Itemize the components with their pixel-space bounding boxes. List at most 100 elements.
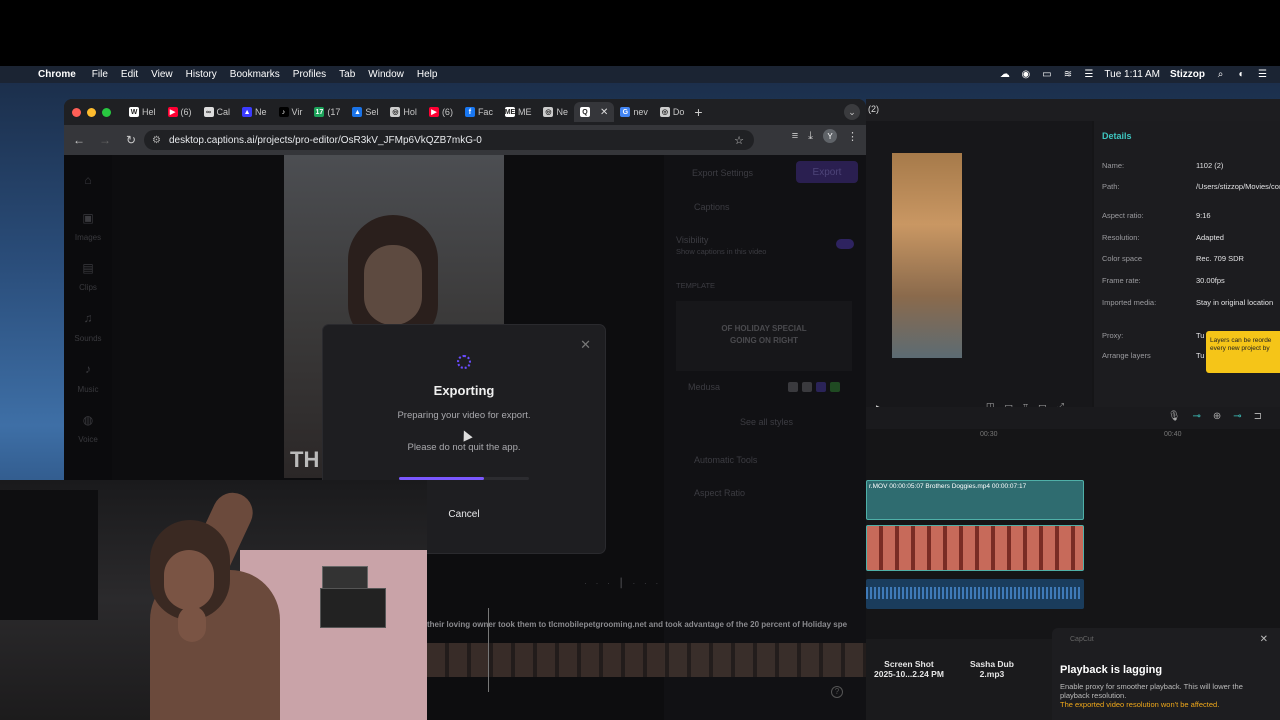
browser-tab[interactable]: ▲ Ne (236, 102, 273, 122)
modal-subtitle: Preparing your video for export. (397, 410, 531, 421)
music-icon[interactable]: ♪ (64, 362, 112, 376)
clips-icon[interactable]: ▤ (64, 261, 112, 275)
zoom-icon[interactable]: ⊐ (1254, 411, 1262, 422)
menu-profiles[interactable]: Profiles (293, 69, 326, 80)
images-icon[interactable]: ▣ (64, 211, 112, 225)
audio-clip[interactable] (866, 579, 1084, 609)
microphone-icon[interactable]: 🎙 (1168, 411, 1181, 422)
profile-avatar[interactable]: Y (823, 129, 837, 143)
help-icon[interactable]: ? (831, 686, 843, 698)
browser-tab[interactable]: ◎ Hol (384, 102, 423, 122)
menu-file[interactable]: File (92, 69, 108, 80)
media-control-icon[interactable]: ≡ (792, 130, 798, 142)
tab-close-icon[interactable]: ✕ (600, 107, 608, 118)
site-info-icon[interactable]: ⚙ (152, 135, 161, 146)
siri-icon[interactable]: ◐ (1236, 69, 1247, 80)
new-tab-button[interactable]: + (694, 104, 702, 120)
style-swatch[interactable] (830, 382, 840, 392)
close-window-button[interactable] (72, 107, 81, 117)
letterbox (0, 0, 1280, 66)
tab-favicon-icon: ∞ (203, 107, 214, 117)
tab-favicon-icon: Q (579, 107, 590, 117)
maximize-window-button[interactable] (102, 107, 111, 117)
record-icon[interactable]: ◉ (1020, 69, 1031, 80)
link-icon[interactable]: ⊸ (1192, 411, 1200, 422)
menu-app-name[interactable]: Chrome (38, 69, 76, 80)
media-item[interactable]: Sasha Dub 2.mp3 (970, 659, 1014, 679)
tab-favicon-icon: 17 (314, 107, 325, 117)
caption-track[interactable]: their loving owner took them to tlcmobil… (427, 616, 866, 634)
more-menu-icon[interactable]: ⋮ (847, 130, 858, 143)
menu-view[interactable]: View (151, 69, 173, 80)
nav-clips[interactable]: Clips (64, 283, 112, 292)
browser-tab[interactable]: Gnev (614, 102, 654, 122)
playhead[interactable] (488, 608, 489, 692)
browser-tab[interactable]: 17 (17 (308, 102, 346, 122)
browser-tab[interactable]: ▶ (6) (162, 102, 198, 122)
forward-button[interactable]: → (94, 129, 116, 151)
reload-button[interactable]: ↻ (120, 129, 142, 151)
tab-favicon-icon: ◎ (659, 107, 670, 117)
template-preview[interactable]: OF HOLIDAY SPECIAL GOING ON RIGHT (676, 301, 852, 371)
menu-bookmarks[interactable]: Bookmarks (230, 69, 280, 80)
notification-center-icon[interactable]: ☰ (1257, 69, 1268, 80)
menu-window[interactable]: Window (368, 69, 404, 80)
clip-label: r.MOV 00:00:05:07 Brothers Doggies.mp4 0… (869, 483, 1027, 490)
screen-mirror-icon[interactable]: ▭ (1041, 69, 1052, 80)
style-swatch[interactable] (816, 382, 826, 392)
browser-tab[interactable]: W Hel (123, 102, 162, 122)
back-button[interactable]: ← (68, 129, 90, 151)
voice-icon[interactable]: ◍ (64, 413, 112, 427)
browser-tab[interactable]: ∞ Cal (198, 102, 237, 122)
wifi-icon[interactable]: ≋ (1062, 69, 1073, 80)
browser-tab[interactable]: ▶ (6) (423, 102, 459, 122)
menu-history[interactable]: History (186, 69, 217, 80)
minimize-window-button[interactable] (87, 107, 96, 117)
browser-tab[interactable]: ◎ Ne (537, 102, 574, 122)
home-icon[interactable]: ⌂ (64, 173, 112, 187)
menu-edit[interactable]: Edit (121, 69, 138, 80)
automatic-tools-section[interactable]: Automatic Tools (694, 455, 757, 465)
capcut-player[interactable]: ▶ ◫ ▭ ⌗ ▭ ⤢ (866, 121, 1092, 421)
nav-music[interactable]: Music (64, 385, 112, 394)
browser-tab[interactable]: Q ✕ (573, 102, 615, 122)
nav-voice[interactable]: Voice (64, 435, 112, 444)
menu-tab[interactable]: Tab (339, 69, 355, 80)
aspect-ratio-section[interactable]: Aspect Ratio (694, 488, 745, 498)
nav-images[interactable]: Images (64, 233, 112, 242)
browser-tab[interactable]: ME ME (499, 102, 538, 122)
style-swatch[interactable] (802, 382, 812, 392)
download-icon[interactable]: ⤓ (808, 130, 813, 143)
tab-search-button[interactable]: ⌄ (844, 104, 860, 120)
creative-cloud-icon[interactable]: ☁ (999, 69, 1010, 80)
visibility-toggle[interactable] (836, 239, 854, 249)
details-value: /Users/stizzop/Movies/com.lveditor.draft… (1196, 182, 1280, 191)
nav-sounds[interactable]: Sounds (64, 334, 112, 343)
close-icon[interactable]: ✕ (1260, 634, 1268, 645)
export-button[interactable]: Export (796, 161, 858, 183)
menu-clock[interactable]: Tue 1:11 AM (1104, 69, 1160, 80)
captions-section[interactable]: Captions (694, 202, 730, 212)
media-item[interactable]: Screen Shot 2025-10...2.24 PM (874, 659, 944, 679)
timeline-scrubber[interactable]: · · · ┃ · · · (584, 578, 661, 589)
snap-icon[interactable]: ⊕ (1213, 411, 1221, 422)
editor-filmstrip[interactable] (427, 643, 866, 677)
video-clip-track[interactable] (866, 525, 1084, 571)
style-swatch[interactable] (788, 382, 798, 392)
bookmark-star-icon[interactable]: ☆ (734, 134, 744, 147)
search-icon[interactable]: ⌕ (1215, 69, 1226, 80)
control-center-icon[interactable]: ☰ (1083, 69, 1094, 80)
browser-tab[interactable]: ▲ Sel (346, 102, 384, 122)
preview-axis-icon[interactable]: ⊸ (1233, 411, 1241, 422)
sounds-icon[interactable]: ♫ (64, 311, 112, 325)
video-clip[interactable]: r.MOV 00:00:05:07 Brothers Doggies.mp4 0… (866, 480, 1084, 520)
menu-help[interactable]: Help (417, 69, 438, 80)
see-all-styles-link[interactable]: See all styles (740, 417, 793, 427)
menu-user[interactable]: Stizzop (1170, 69, 1205, 80)
address-bar[interactable]: ⚙ desktop.captions.ai/projects/pro-edito… (144, 130, 754, 150)
browser-tab[interactable]: ♪ Vir (273, 102, 309, 122)
close-icon[interactable]: ✕ (580, 337, 591, 353)
browser-tab[interactable]: ◎ Do (654, 102, 691, 122)
browser-tab[interactable]: f Fac (459, 102, 499, 122)
tab-label: Sel (365, 107, 379, 117)
